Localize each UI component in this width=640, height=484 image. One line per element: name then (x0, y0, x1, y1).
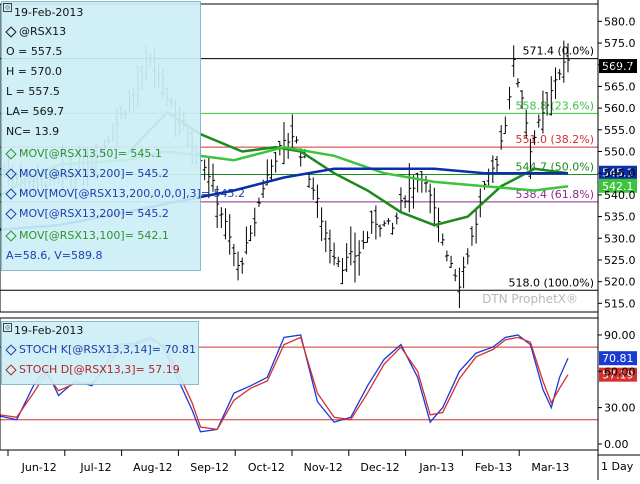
price-y-tick-label: 540.0 (604, 189, 636, 202)
x-tick-label: Mar-13 (531, 461, 569, 474)
stoch-y-tick-label: 30.00 (604, 402, 636, 415)
legend-mov50: MOV[@RSX13,50]= 545.1 (5, 147, 162, 160)
chart-window: 571.4 (0.0%) 558.8 (23.6%) 551.0 (38.2%) 54… (0, 0, 640, 480)
stoch-legend: ◎ 19-Feb-2013 STOCH K[@RSX13,3,14]= 70.8… (1, 321, 199, 385)
price-y-tick-label: 580.0 (604, 15, 636, 28)
price-y-tick-label: 565.0 (604, 80, 636, 93)
stoch-legend-d: STOCH D[@RSX13,3]= 57.19 (5, 363, 180, 376)
x-tick-label: Jan-13 (418, 461, 454, 474)
price-y-tick-label: 515.0 (604, 297, 636, 310)
price-y-tick-label: 560.0 (604, 102, 636, 115)
legend-av: A=58.6, V=589.8 (6, 249, 103, 262)
diamond-icon (5, 148, 17, 160)
legend-movmov-text: MOV[MOV[@RSX13,200,0,0,0],3]= 545.2 (19, 187, 245, 200)
legend-symbol-text: @RSX13 (19, 25, 67, 38)
diamond-icon (5, 26, 17, 38)
stoch-y-tick-label: 0.00 (604, 438, 629, 451)
legend-low: L = 557.5 (6, 85, 60, 98)
stoch-legend-date: 19-Feb-2013 (14, 324, 84, 337)
stoch-y-tick-label: 60.00 (604, 365, 636, 378)
price-y-tick-label: 570.0 (604, 59, 636, 72)
panel-menu-icon[interactable]: ◎ (3, 3, 12, 12)
legend-mov200: MOV[@RSX13,200]= 545.2 (5, 167, 169, 180)
legend-mov200b-text: MOV[@RSX13,200]= 545.2 (19, 207, 169, 220)
stoch-y-tick-label: 90.00 (604, 329, 636, 342)
fib-level-label: 571.4 (0.0%) (522, 45, 594, 58)
x-tick-label: Aug-12 (133, 461, 172, 474)
price-y-tick-label: 535.0 (604, 211, 636, 224)
price-y-tick-label: 545.0 (604, 167, 636, 180)
diamond-icon (5, 188, 17, 200)
legend-date: 19-Feb-2013 (14, 6, 84, 19)
price-legend: ◎ 19-Feb-2013 @RSX13 O = 557.5 H = 570.0… (1, 1, 245, 271)
legend-mov100-text: MOV[@RSX13,100]= 542.1 (19, 229, 169, 242)
legend-mov50-text: MOV[@RSX13,50]= 545.1 (19, 147, 162, 160)
legend-last: LA= 569.7 (6, 105, 65, 118)
fib-level-label: 551.0 (38.2%) (515, 133, 594, 146)
price-y-tick-label: 555.0 (604, 124, 636, 137)
period-button[interactable]: 1 Day (601, 460, 634, 473)
legend-open: O = 557.5 (6, 45, 63, 58)
x-tick-label: Oct-12 (248, 461, 285, 474)
legend-mov200-text: MOV[@RSX13,200]= 545.2 (19, 167, 169, 180)
diamond-icon (5, 364, 17, 376)
legend-net-change: NC= 13.9 (6, 125, 60, 138)
diamond-icon (5, 230, 17, 242)
stoch-legend-k-text: STOCH K[@RSX13,3,14]= 70.81 (19, 343, 196, 356)
legend-mov200b: MOV[@RSX13,200]= 545.2 (5, 207, 169, 220)
x-tick-label: Nov-12 (304, 461, 343, 474)
price-y-tick-label: 530.0 (604, 232, 636, 245)
legend-mov100: MOV[@RSX13,100]= 542.1 (5, 229, 169, 242)
diamond-icon (5, 344, 17, 356)
x-tick-label: Jul-12 (79, 461, 111, 474)
watermark: DTN ProphetX® (482, 292, 578, 306)
price-y-tick-label: 575.0 (604, 37, 636, 50)
diamond-icon (5, 208, 17, 220)
x-tick-label: Dec-12 (360, 461, 399, 474)
x-tick-label: Feb-13 (475, 461, 512, 474)
x-tick-label: Sep-12 (190, 461, 229, 474)
panel-menu-icon[interactable]: ◎ (3, 323, 12, 332)
x-tick-label: Jun-12 (21, 461, 57, 474)
stoch-legend-d-text: STOCH D[@RSX13,3]= 57.19 (19, 363, 180, 376)
stoch-legend-k: STOCH K[@RSX13,3,14]= 70.81 (5, 343, 196, 356)
price-y-tick-label: 550.0 (604, 145, 636, 158)
stoch-value-tag-text: 70.81 (602, 352, 634, 365)
fib-level-label: 558.8 (23.6%) (515, 99, 594, 112)
legend-high: H = 570.0 (6, 65, 62, 78)
fib-level-label: 518.0 (100.0%) (508, 276, 594, 289)
price-y-tick-label: 525.0 (604, 254, 636, 267)
legend-symbol: @RSX13 (5, 25, 67, 38)
legend-movmov: MOV[MOV[@RSX13,200,0,0,0],3]= 545.2 (5, 187, 245, 200)
diamond-icon (5, 168, 17, 180)
price-y-tick-label: 520.0 (604, 276, 636, 289)
